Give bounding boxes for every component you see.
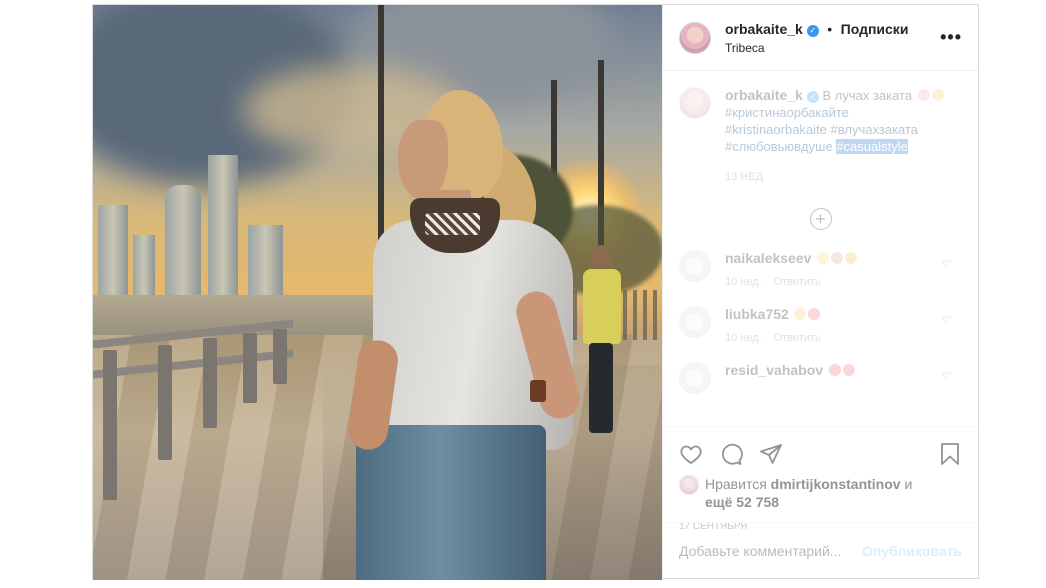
comment-like-heart-icon[interactable]: ♡ bbox=[942, 258, 952, 271]
comment-input[interactable] bbox=[679, 542, 863, 559]
commenter-avatar[interactable] bbox=[679, 306, 711, 338]
more-icon[interactable]: ••• bbox=[940, 27, 962, 48]
caption: orbakaite_k ✓ В лучах заката #кристинаорб… bbox=[679, 87, 962, 186]
comment-icon[interactable] bbox=[719, 442, 743, 466]
separator-dot: • bbox=[827, 20, 833, 37]
heart-icon[interactable] bbox=[679, 442, 703, 466]
add-comment-bar: Опубликовать bbox=[663, 522, 978, 578]
bookmark-icon[interactable] bbox=[938, 442, 962, 466]
likes-count-button[interactable]: ещё 52 758 bbox=[705, 494, 779, 510]
comment-like-heart-icon[interactable]: ♡ bbox=[942, 370, 952, 383]
thumbs-up-emoji-icon bbox=[794, 308, 807, 320]
comment-item: liubka752 10 нед. Ответить ♡ bbox=[679, 306, 962, 344]
location-link[interactable]: Tribeca bbox=[725, 40, 908, 56]
commenter-username[interactable]: liubka752 bbox=[725, 306, 789, 322]
share-icon[interactable] bbox=[759, 442, 783, 466]
smile-emoji-icon bbox=[817, 252, 830, 264]
likes-summary: Нравится dmirtijkonstantinov и ещё 52 75… bbox=[679, 475, 962, 511]
liker-avatar[interactable] bbox=[679, 475, 699, 495]
sunset-emoji-icon bbox=[917, 89, 930, 101]
heart-emoji-icon bbox=[842, 364, 855, 376]
plus-circle-icon[interactable]: + bbox=[809, 208, 832, 230]
author-username[interactable]: orbakaite_k bbox=[725, 21, 803, 37]
commenter-username[interactable]: naikalekseev bbox=[725, 250, 811, 266]
hand-emoji-icon bbox=[845, 252, 858, 264]
commenter-avatar[interactable] bbox=[679, 362, 711, 394]
comments-list[interactable]: orbakaite_k ✓ В лучах заката #кристинаорб… bbox=[663, 71, 978, 426]
caption-username[interactable]: orbakaite_k bbox=[725, 87, 803, 103]
comment-item: naikalekseev 10 нед. Ответить ♡ bbox=[679, 250, 962, 288]
hashtag-link[interactable]: #слюбовьювдуше bbox=[725, 139, 833, 154]
post-side-panel: orbakaite_k ✓ • Подписки Tribeca ••• orba… bbox=[662, 5, 978, 578]
verified-badge-icon: ✓ bbox=[806, 91, 819, 103]
likes-prefix: Нравится bbox=[705, 476, 767, 492]
post-actions: Нравится dmirtijkonstantinov и ещё 52 75… bbox=[663, 426, 978, 532]
heart-emoji-icon bbox=[828, 364, 841, 376]
caption-time[interactable]: 13 нед. bbox=[725, 169, 944, 186]
reply-button[interactable]: Ответить bbox=[774, 332, 821, 344]
hashtag-link[interactable]: #влучахзаката bbox=[831, 122, 918, 137]
comment-time[interactable]: 10 нед. bbox=[725, 276, 762, 288]
sunrise-emoji-icon bbox=[931, 89, 944, 101]
hashtag-link-selected[interactable]: #casualstyle bbox=[836, 139, 908, 154]
comment-item: resid_vahabov ♡ bbox=[679, 362, 962, 394]
likes-suffix: и bbox=[904, 476, 913, 492]
liker-username[interactable]: dmirtijkonstantinov bbox=[771, 476, 901, 492]
caption-avatar[interactable] bbox=[679, 87, 711, 119]
author-avatar[interactable] bbox=[679, 21, 711, 54]
commenter-avatar[interactable] bbox=[679, 250, 711, 282]
post-header: orbakaite_k ✓ • Подписки Tribeca ••• bbox=[663, 5, 978, 71]
woman-figure bbox=[345, 90, 608, 580]
following-button[interactable]: Подписки bbox=[841, 21, 909, 37]
publish-button[interactable]: Опубликовать bbox=[862, 543, 962, 559]
post-photo[interactable] bbox=[93, 5, 662, 580]
reply-button[interactable]: Ответить bbox=[774, 276, 821, 288]
verified-badge-icon: ✓ bbox=[806, 24, 819, 37]
comment-like-heart-icon[interactable]: ♡ bbox=[942, 314, 952, 327]
picture-emoji-icon bbox=[831, 252, 844, 264]
heart-emoji-icon bbox=[808, 308, 821, 320]
post-card: orbakaite_k ✓ • Подписки Tribeca ••• orba… bbox=[92, 4, 979, 580]
hashtag-link[interactable]: #кристинаорбакайте bbox=[725, 105, 849, 120]
commenter-username[interactable]: resid_vahabov bbox=[725, 362, 823, 378]
hashtag-link[interactable]: #kristinaorbakaite bbox=[725, 122, 827, 137]
caption-text: В лучах заката bbox=[822, 88, 913, 103]
comment-time[interactable]: 10 нед. bbox=[725, 332, 762, 344]
